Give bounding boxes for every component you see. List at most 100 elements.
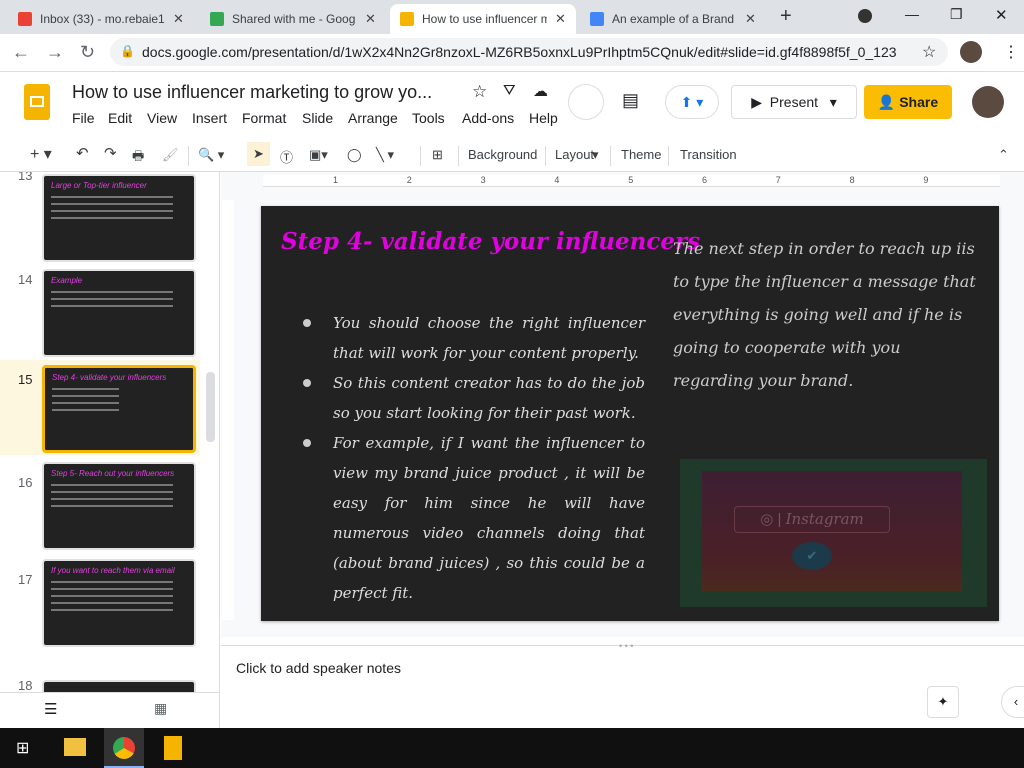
print-icon[interactable]: 🖶: [132, 147, 144, 169]
tab-docs[interactable]: An example of a Brand ✕: [580, 4, 766, 34]
undo-icon[interactable]: ↶: [76, 144, 89, 162]
profile-menu-icon[interactable]: [858, 9, 872, 23]
redo-icon[interactable]: ↷: [104, 144, 117, 162]
menu-addons[interactable]: Add-ons: [462, 110, 514, 126]
filmstrip: 13 Large or Top-tier influencer 14 Examp…: [0, 172, 220, 728]
menu-insert[interactable]: Insert: [192, 110, 227, 126]
menu-slide[interactable]: Slide: [302, 110, 333, 126]
select-tool[interactable]: ➤: [247, 142, 270, 166]
slides-taskbar-icon[interactable]: [164, 736, 182, 760]
star-icon[interactable]: ☆: [472, 82, 487, 102]
slide-thumbnail[interactable]: Example: [42, 269, 196, 357]
speaker-notes[interactable]: Click to add speaker notes • • • ✦ ‹: [221, 641, 1024, 728]
person-icon: 👤: [877, 93, 900, 110]
verified-badge-icon: ✔: [792, 542, 832, 570]
forward-icon[interactable]: →: [46, 42, 64, 63]
layout-button[interactable]: Layout: [555, 147, 594, 162]
horizontal-ruler[interactable]: 1 2 3 4 5 6 7 8 9: [263, 175, 1000, 187]
line-icon[interactable]: ╲ ▾: [376, 147, 394, 163]
comment-add-icon[interactable]: ⊞: [432, 147, 443, 163]
filmstrip-view-icon[interactable]: ☰: [44, 700, 57, 718]
image-icon[interactable]: ▣▾: [309, 147, 328, 163]
vertical-ruler[interactable]: [222, 200, 234, 620]
zoom-icon[interactable]: 🔍 ▾: [198, 147, 224, 163]
menu-view[interactable]: View: [147, 110, 177, 126]
camera-icon: ◎: [760, 511, 774, 528]
explore-button[interactable]: ✦: [927, 686, 959, 718]
menu-format[interactable]: Format: [242, 110, 286, 126]
slides-icon: [400, 12, 414, 26]
slides-logo-icon[interactable]: [24, 84, 50, 120]
textbox-icon[interactable]: Ⓣ: [280, 147, 293, 166]
avatar[interactable]: [960, 41, 982, 63]
slide-thumbnail[interactable]: Step 5- Reach out your influencers: [42, 462, 196, 550]
chrome-icon: [113, 737, 135, 759]
menu-file[interactable]: File: [72, 110, 95, 126]
account-avatar[interactable]: [972, 86, 1004, 118]
menu-tools[interactable]: Tools: [412, 110, 445, 126]
ruler-tick-label: 4: [554, 175, 560, 185]
collapse-icon[interactable]: ⌃: [998, 147, 1009, 163]
tab-gmail[interactable]: Inbox (33) - mo.rebaie1 ✕: [8, 4, 194, 34]
background-button[interactable]: Background: [468, 147, 537, 162]
close-icon[interactable]: ✕: [745, 11, 756, 27]
present-button[interactable]: ▶ Present ▾: [731, 85, 857, 119]
transition-button[interactable]: Transition: [680, 147, 737, 162]
bullet-item: So this content creator has to do the jo…: [299, 368, 645, 428]
reload-icon[interactable]: ↻: [80, 42, 95, 63]
cloud-status-icon[interactable]: ☁: [533, 82, 548, 100]
present-to-meeting-button[interactable]: ⬆ ▾: [665, 85, 719, 119]
star-icon[interactable]: ☆: [922, 42, 936, 62]
taskbar: ⊞: [0, 728, 1024, 768]
more-icon[interactable]: ⋮: [1003, 42, 1019, 62]
right-text-box[interactable]: The next step in order to reach up iis t…: [673, 232, 985, 397]
gmail-icon: [18, 12, 32, 26]
instagram-image[interactable]: ◎ | Instagram ✔: [680, 459, 987, 607]
ruler-tick-label: 1: [333, 175, 339, 185]
grid-view-icon[interactable]: ▦: [154, 700, 167, 717]
close-icon[interactable]: ✕: [365, 11, 376, 27]
document-title[interactable]: How to use influencer marketing to grow …: [72, 82, 432, 103]
tab-slides[interactable]: How to use influencer m ✕: [390, 4, 576, 34]
minimize-button[interactable]: —: [905, 6, 919, 22]
resize-handle[interactable]: • • •: [619, 641, 633, 651]
menu-arrange[interactable]: Arrange: [348, 110, 398, 126]
browser-tab-bar: Inbox (33) - mo.rebaie1 ✕ Shared with me …: [0, 0, 1024, 34]
close-icon[interactable]: ✕: [555, 11, 566, 27]
file-explorer-icon[interactable]: [64, 738, 86, 756]
ruler-tick-label: 3: [480, 175, 486, 185]
ruler-tick-label: 7: [775, 175, 781, 185]
back-icon[interactable]: ←: [12, 42, 30, 63]
close-icon[interactable]: ✕: [173, 11, 184, 27]
drive-icon: [210, 12, 224, 26]
paint-format-icon[interactable]: 🖌: [162, 147, 179, 163]
new-slide-button[interactable]: + ▾: [30, 144, 52, 164]
menu-edit[interactable]: Edit: [108, 110, 132, 126]
close-window-button[interactable]: ✕: [995, 6, 1008, 24]
slide-thumbnail[interactable]: Large or Top-tier influencer: [42, 174, 196, 262]
slide[interactable]: Step 4- validate your influencers You sh…: [261, 206, 999, 621]
scrollbar[interactable]: [206, 372, 215, 442]
shape-icon[interactable]: ◯: [347, 147, 362, 163]
windows-start-icon[interactable]: ⊞: [16, 738, 29, 758]
bullet-list[interactable]: You should choose the right influencer t…: [299, 308, 645, 608]
slide-thumbnail[interactable]: If you want to reach them via email: [42, 559, 196, 647]
chrome-taskbar-button[interactable]: [104, 728, 144, 768]
ruler-tick-label: 8: [849, 175, 855, 185]
side-panel-toggle[interactable]: ‹: [1001, 686, 1024, 718]
ruler-tick-label: 6: [702, 175, 708, 185]
move-icon[interactable]: ⛛: [503, 82, 516, 99]
tab-drive[interactable]: Shared with me - Goog ✕: [200, 4, 386, 34]
toolbar: + ▾ ↶ ↷ 🖶 🖌 🔍 ▾ ➤ Ⓣ ▣▾ ◯ ╲ ▾ ⊞ Backgroun…: [0, 138, 1024, 172]
comments-icon[interactable]: ▤: [622, 90, 639, 111]
menu-help[interactable]: Help: [529, 110, 558, 126]
url-input[interactable]: docs.google.com/presentation/d/1wX2x4Nn2…: [110, 38, 948, 66]
meet-button[interactable]: [568, 84, 604, 120]
restore-button[interactable]: ❐: [950, 6, 963, 23]
slide-thumbnail-selected[interactable]: Step 4- validate your influencers: [42, 365, 196, 453]
slide-title[interactable]: Step 4- validate your influencers: [281, 228, 700, 255]
new-tab-button[interactable]: +: [780, 5, 792, 28]
theme-button[interactable]: Theme: [621, 147, 661, 162]
share-button[interactable]: 👤 Share: [864, 85, 952, 119]
ruler-tick-label: 9: [923, 175, 929, 185]
